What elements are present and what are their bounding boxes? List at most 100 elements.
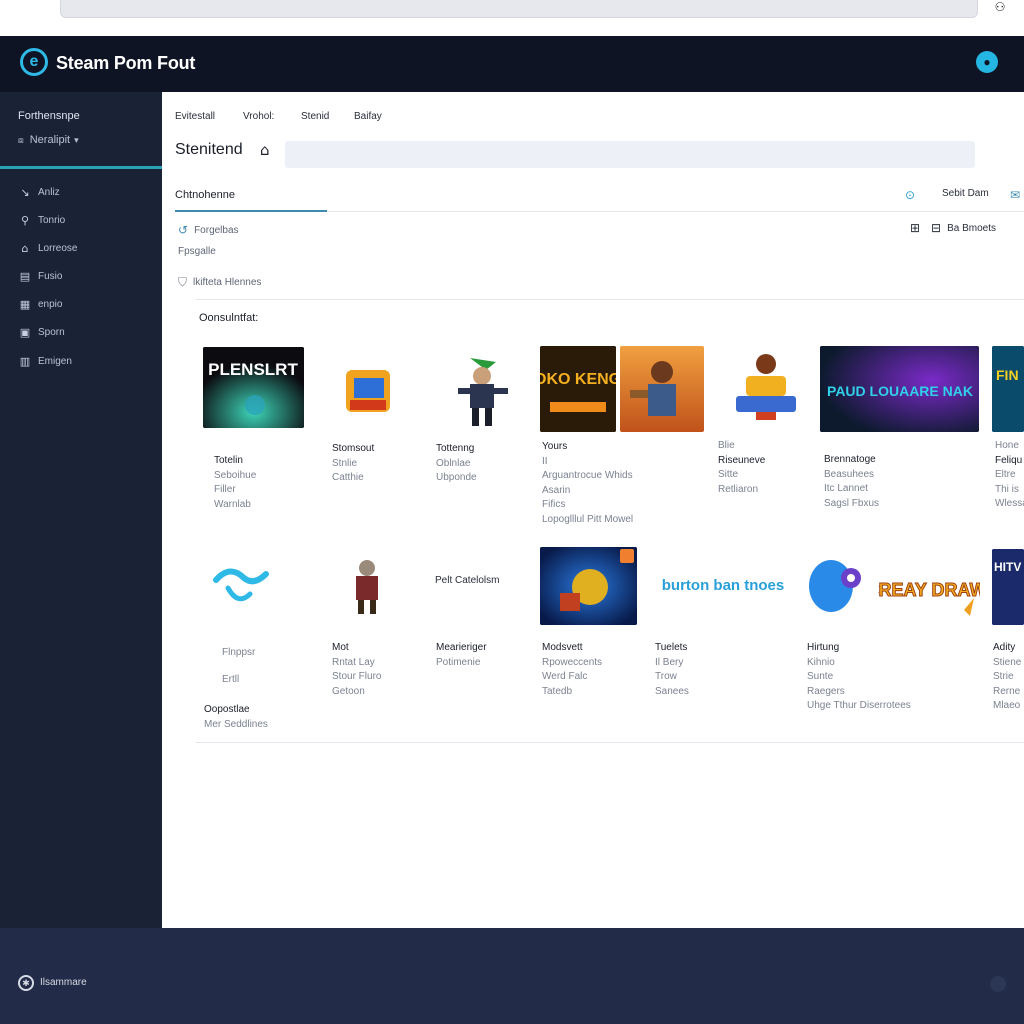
filter-item[interactable]: ⛉ lkifteta Hlennes <box>178 275 261 290</box>
game-title: Totelin <box>214 455 243 466</box>
game-meta: Il Bery <box>655 656 684 668</box>
game-meta: Catthie <box>332 472 364 483</box>
sidebar-item-label: Anliz <box>38 186 60 198</box>
sidebar-dropdown[interactable]: ⧈ Neralipit ▾ <box>18 134 79 146</box>
game-info-extra[interactable]: Oopostlae Mer Seddlines <box>204 702 268 732</box>
sidebar-item-lorreose[interactable]: ⌂ Lorreose <box>18 239 78 257</box>
page-title: Stenitend <box>175 141 243 158</box>
game-info[interactable]: Blie Riseuneve Sitte Retliaron <box>718 439 765 497</box>
game-info[interactable]: Yours II Arguantrocue Whids Asarin Fific… <box>542 440 633 527</box>
game-title: Tottenng <box>436 443 475 454</box>
game-meta: Sagsl Fbxus <box>824 497 880 509</box>
game-cover[interactable]: FIN <box>992 346 1024 432</box>
game-title: Stomsout <box>332 443 375 454</box>
game-meta: Warnlab <box>214 498 251 510</box>
sidebar-item-anliz[interactable]: ↘ Anliz <box>18 183 60 201</box>
game-title: Mot <box>332 642 349 653</box>
game-meta: Rerne <box>993 685 1021 697</box>
game-info[interactable]: Flnppsr Ertll <box>222 639 255 693</box>
game-cover[interactable]: PLENSLRT <box>203 347 304 428</box>
tab-chtnohenne[interactable]: Chtnohenne <box>175 189 235 201</box>
game-cover-art: FIN <box>992 346 1024 432</box>
game-info[interactable]: Brennatoge Beasuhees Itc Lannet Sagsl Fb… <box>824 453 879 511</box>
game-cover-title: PAUD LOUAARE NAK <box>827 383 973 399</box>
layout-icon: ⊞ <box>910 221 921 235</box>
game-meta: Blie <box>718 440 735 451</box>
filter-icon: ⊟ <box>931 221 942 235</box>
game-info[interactable]: Tuelets Il Bery Trow Sanees <box>655 641 689 699</box>
game-meta: Trow <box>655 671 677 682</box>
game-meta: Strie <box>993 671 1014 682</box>
game-cover-art: FOKO KENGY <box>540 346 616 432</box>
sidebar-item-sporn[interactable]: ▣ Sporn <box>18 323 65 341</box>
game-meta: Raegers <box>807 685 845 697</box>
tab-baifay[interactable]: Baifay <box>354 111 382 122</box>
sidebar-item-tonrio[interactable]: ⚲ Tonrio <box>18 211 65 229</box>
game-info[interactable]: Hirtung Kihnio Sunte Raegers Uhge Tthur … <box>807 641 911 714</box>
sidebar-item-fusio[interactable]: ▤ Fusio <box>18 267 63 285</box>
game-meta: Fifics <box>542 499 566 510</box>
game-meta: Oblnlae <box>436 457 471 469</box>
game-cover[interactable] <box>340 360 396 420</box>
game-meta: Ubponde <box>436 472 477 483</box>
help-icon[interactable] <box>990 976 1006 992</box>
sidebar-dropdown-label: Neralipit <box>29 134 71 146</box>
share-button[interactable]: ⊙ <box>905 188 921 202</box>
game-meta: Seboihue <box>214 469 257 481</box>
sidebar-item-emigen[interactable]: ▥ Emigen <box>18 352 72 370</box>
game-info[interactable]: Hone Feliqu Eltre Thi is Wlessa <box>995 439 1024 512</box>
logo-icon[interactable]: e <box>20 48 48 76</box>
game-info[interactable]: Totelin Seboihue Filler Warnlab <box>214 454 256 512</box>
game-cover[interactable]: PAUD LOUAARE NAK <box>820 346 979 432</box>
mail-icon[interactable]: ✉ <box>1010 188 1024 202</box>
game-cover[interactable]: HITV <box>992 549 1024 625</box>
filter-item[interactable]: Fpsgalle <box>178 246 216 257</box>
game-cover[interactable] <box>803 548 865 618</box>
badge-icon: ⛉ <box>178 275 188 289</box>
game-meta: Filler <box>214 484 236 495</box>
profile-icon[interactable]: ● <box>976 51 998 73</box>
game-cover[interactable]: burton ban tnoes <box>662 560 784 616</box>
home-icon[interactable]: ⌂ <box>260 141 270 159</box>
sidebar-item-label: enpio <box>38 298 63 310</box>
tab-evitestall[interactable]: Evitestall <box>175 111 215 122</box>
user-icon[interactable]: ⚇ <box>992 0 1008 14</box>
game-title: Modsvett <box>542 642 583 653</box>
game-info[interactable]: Stomsout Stnlie Catthie <box>332 442 374 486</box>
game-cover[interactable] <box>620 346 704 432</box>
game-cover[interactable] <box>450 352 512 430</box>
browser-address-bar[interactable] <box>60 0 978 18</box>
footer-label[interactable]: Ilsammare <box>40 977 87 988</box>
game-cover[interactable] <box>210 560 272 612</box>
game-title: Tuelets <box>655 642 688 653</box>
tab-vrohol[interactable]: Vrohol: <box>243 111 274 122</box>
game-info[interactable]: Mot Rntat Lay Stour Fluro Getoon <box>332 641 381 699</box>
game-cover[interactable] <box>728 346 804 426</box>
settings-icon[interactable]: ✱ <box>18 975 34 991</box>
game-cover-art: burton ban tnoes <box>662 577 784 594</box>
game-cover-title: FOKO KENGY <box>540 371 616 388</box>
app-title: Steam Pom Fout <box>56 53 196 73</box>
game-info[interactable]: Tottenng Oblnlae Ubponde <box>436 442 477 486</box>
game-cover[interactable] <box>540 547 637 625</box>
sidebar-item-enpio[interactable]: ▦ enpio <box>18 295 63 313</box>
game-cover[interactable]: FOKO KENGY <box>540 346 616 432</box>
filter-label: Fpsgalle <box>178 246 216 257</box>
game-meta: Werd Falc <box>542 671 588 682</box>
game-info[interactable]: Adity Stiene Strie Rerne Mlaeo <box>993 641 1021 714</box>
game-cover[interactable]: CREAY DRAW <box>878 570 980 626</box>
game-meta: Getoon <box>332 685 365 697</box>
game-cover-title: PLENSLRT <box>208 360 298 379</box>
layout-button[interactable]: ⊞ <box>910 221 926 235</box>
tab-stenid[interactable]: Stenid <box>301 111 329 122</box>
game-cover[interactable] <box>342 556 392 618</box>
game-info[interactable]: Modsvett Rpoweccents Werd Falc Tatedb <box>542 641 602 699</box>
game-cover-art: HITV <box>992 549 1024 625</box>
filter-item[interactable]: ↺ Forgelbas <box>178 223 239 237</box>
game-cover-label[interactable]: Pelt Catelolsm <box>435 574 499 589</box>
share-label[interactable]: Sebit Dam <box>942 188 989 199</box>
search-input[interactable] <box>285 141 975 168</box>
game-info[interactable]: Mearieriger Potimenie <box>436 641 487 670</box>
table-icon: ▥ <box>19 354 31 368</box>
filter-button[interactable]: ⊟ Ba Bmoets <box>931 221 996 235</box>
